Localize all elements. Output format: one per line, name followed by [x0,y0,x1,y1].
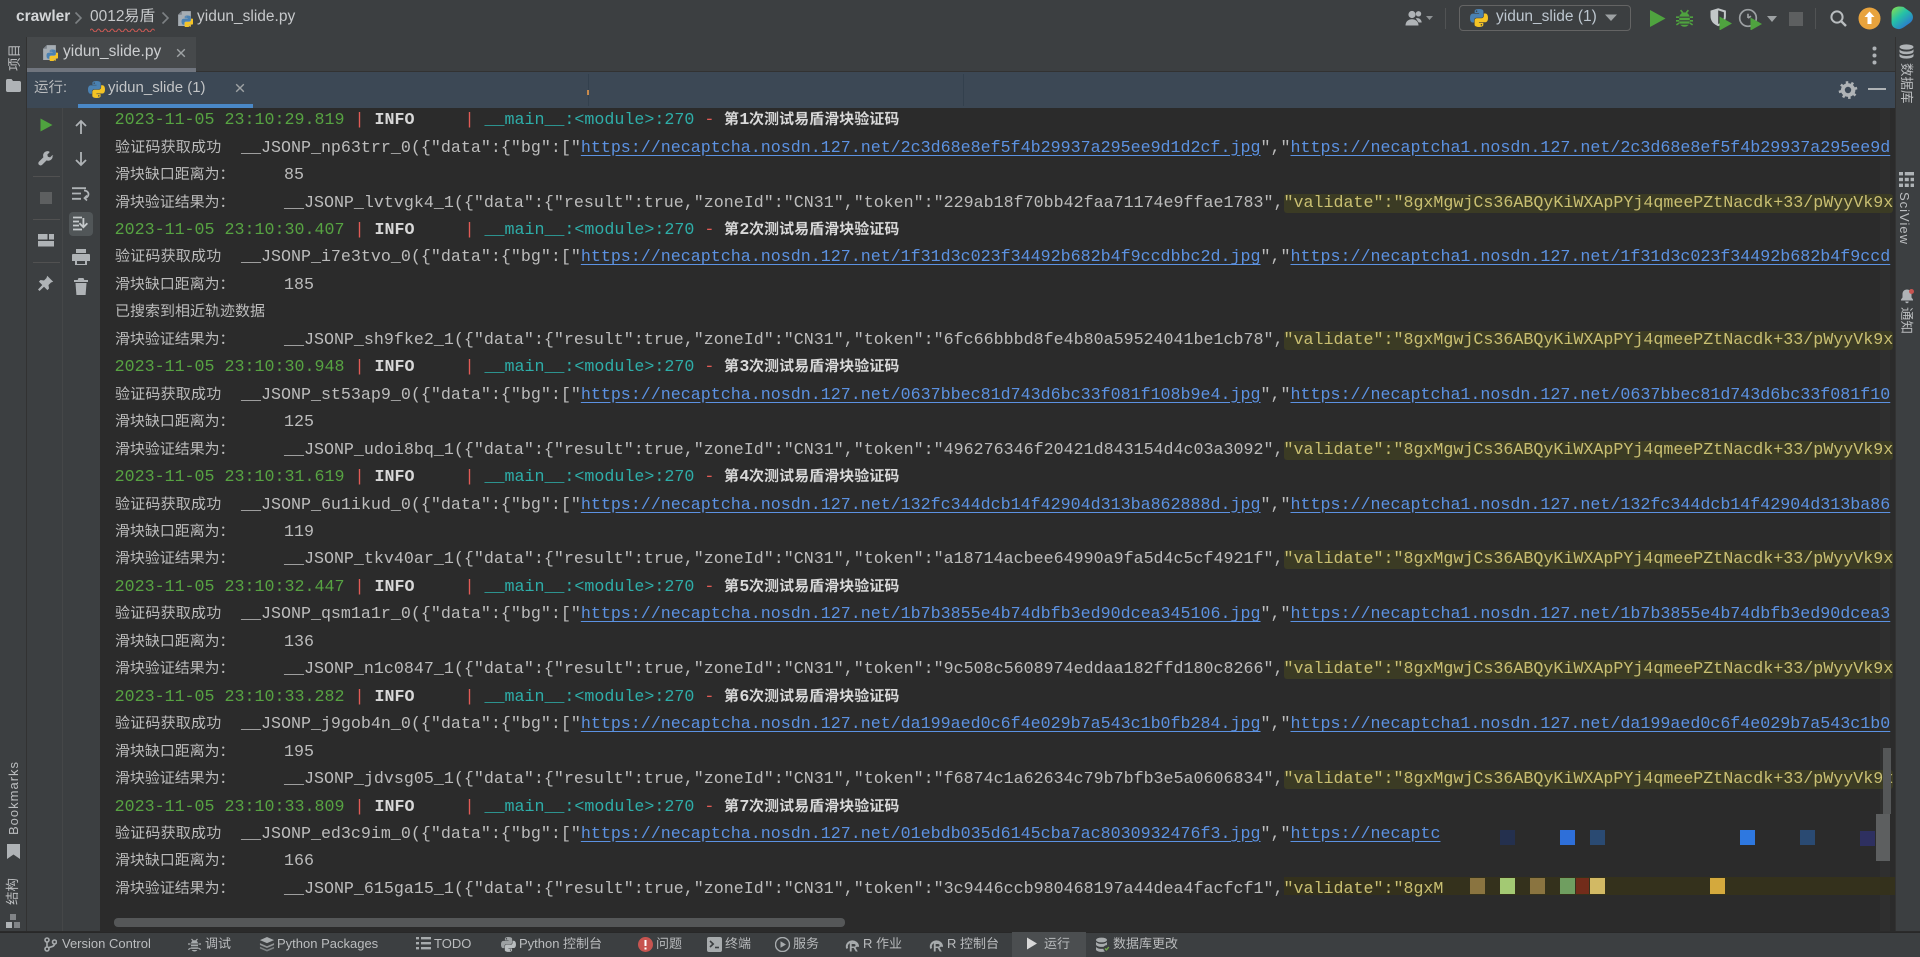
svg-text:R: R [849,941,858,954]
svg-text:R: R [933,941,942,954]
